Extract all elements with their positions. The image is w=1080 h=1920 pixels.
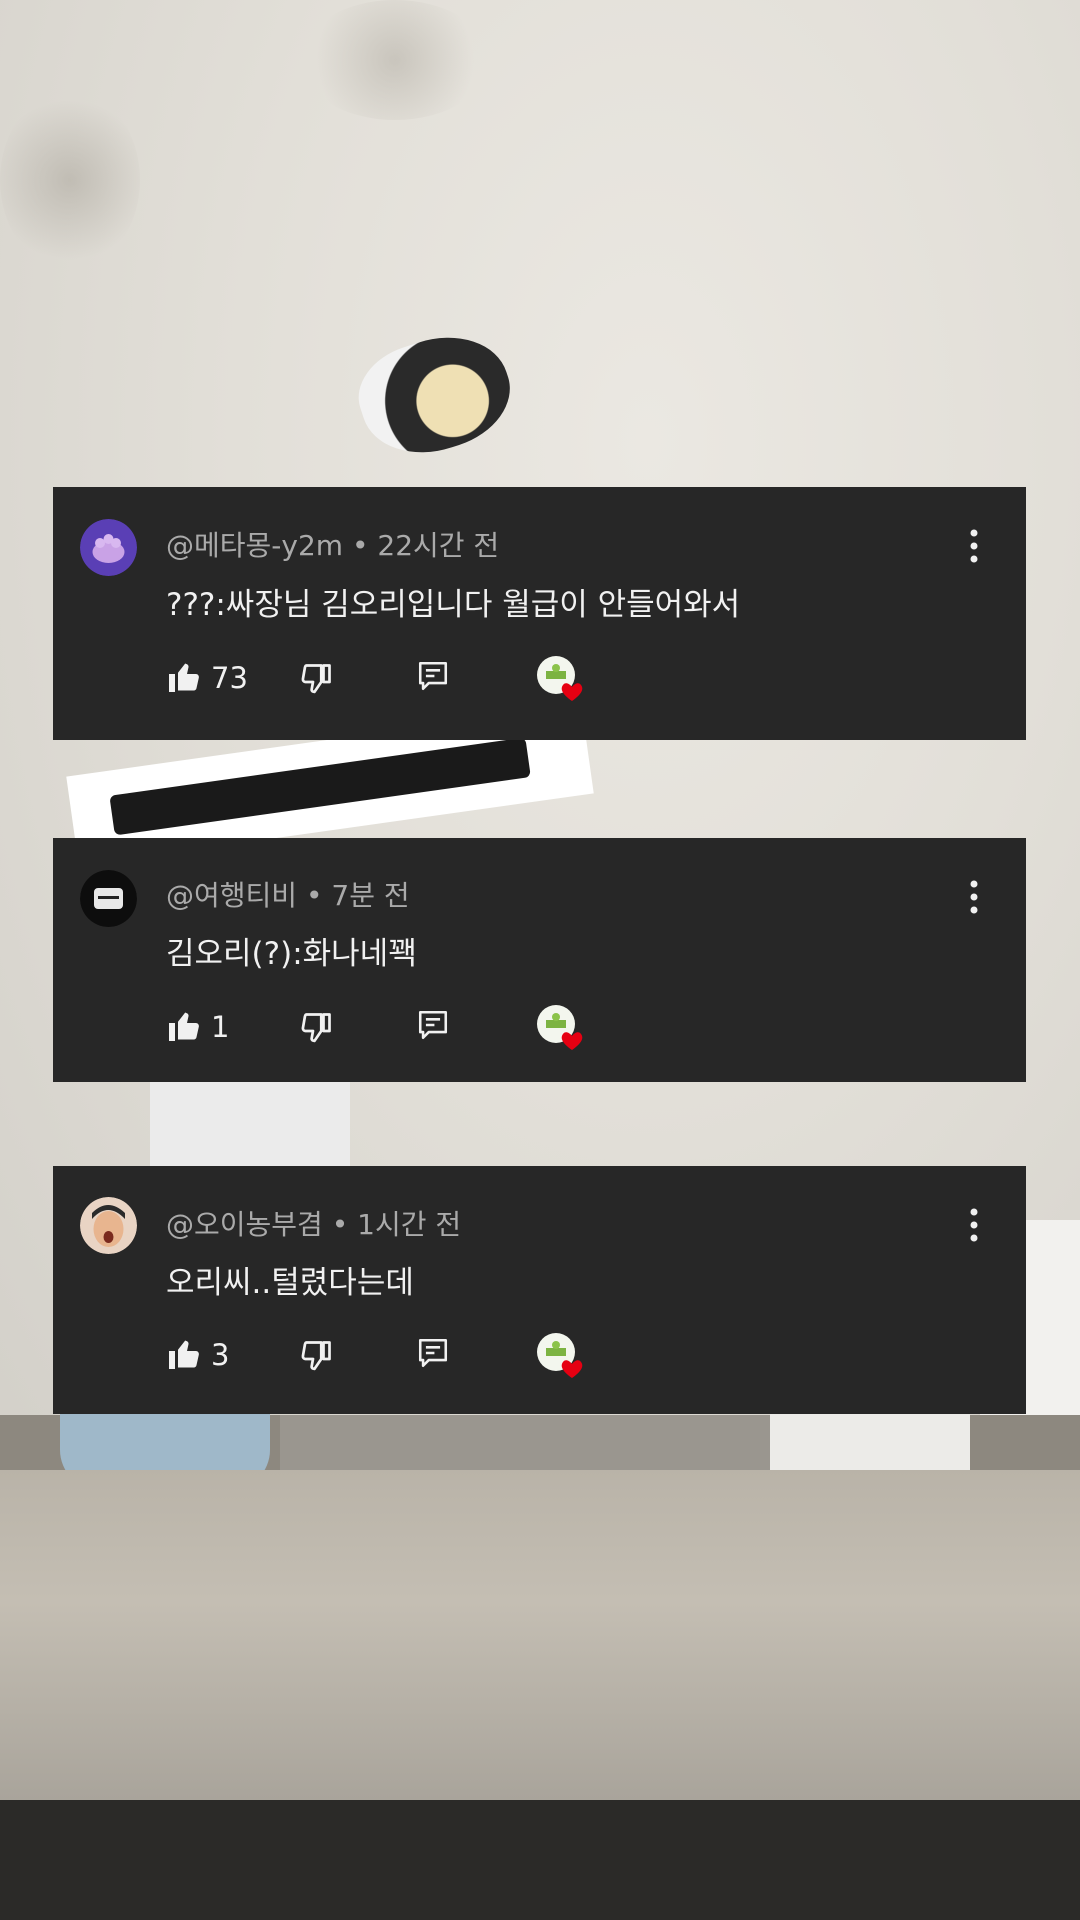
meta-separator: • <box>343 529 378 562</box>
author-handle[interactable]: @메타몽-y2m <box>166 529 343 562</box>
comment-actions: 3 <box>166 1333 626 1380</box>
author-handle[interactable]: @여행티비 <box>166 879 297 912</box>
meta-separator: • <box>297 879 332 912</box>
more-options-icon[interactable] <box>970 529 978 563</box>
avatar[interactable] <box>80 1197 137 1254</box>
reply-icon[interactable] <box>416 1336 450 1370</box>
comment-time: 1시간 전 <box>357 1208 462 1241</box>
meta-separator: • <box>322 1208 358 1241</box>
thumbs-down-icon[interactable] <box>298 661 334 697</box>
like-count: 3 <box>211 1338 230 1372</box>
avatar[interactable] <box>80 519 137 576</box>
comment-card: @여행티비 • 7분 전 김오리(?):화나네꽥 1 <box>53 838 1026 1082</box>
comment-card: @메타몽-y2m • 22시간 전 ???:싸장님 김오리입니다 월급이 안들어… <box>53 487 1026 740</box>
thumbs-down-icon[interactable] <box>298 1010 334 1046</box>
creator-heart-icon <box>536 1004 584 1052</box>
comment-meta: @오이농부겸 • 1시간 전 <box>166 1203 461 1243</box>
comment-time: 7분 전 <box>331 879 410 912</box>
comment-meta: @여행티비 • 7분 전 <box>166 874 410 914</box>
more-options-icon[interactable] <box>970 880 978 914</box>
counter-edge <box>0 1800 1080 1920</box>
comment-time: 22시간 전 <box>377 529 500 562</box>
like-count: 1 <box>211 1010 230 1044</box>
reply-icon[interactable] <box>416 659 450 693</box>
comment-text: ???:싸장님 김오리입니다 월급이 안들어와서 <box>166 587 741 623</box>
reply-icon[interactable] <box>416 1008 450 1042</box>
comment-actions: 1 <box>166 1005 626 1052</box>
comment-meta: @메타몽-y2m • 22시간 전 <box>166 524 499 564</box>
thumbs-up-icon[interactable] <box>166 659 202 695</box>
cup-stack <box>150 1080 350 1170</box>
creator-heart-icon <box>536 1332 584 1380</box>
comment-actions: 73 <box>166 656 626 703</box>
marble-counter <box>0 1470 1080 1800</box>
wall-stain <box>300 0 490 120</box>
comment-text: 오리씨..털렸다는데 <box>166 1265 414 1301</box>
avatar[interactable] <box>80 870 137 927</box>
comment-card: @오이농부겸 • 1시간 전 오리씨..털렸다는데 3 <box>53 1166 1026 1414</box>
wall-stain <box>0 90 140 270</box>
creator-heart-icon <box>536 655 584 703</box>
like-count: 73 <box>211 661 248 695</box>
thumbs-down-icon[interactable] <box>298 1338 334 1374</box>
author-handle[interactable]: @오이농부겸 <box>166 1208 323 1241</box>
more-options-icon[interactable] <box>970 1208 978 1242</box>
thumbs-up-icon[interactable] <box>166 1008 202 1044</box>
thumbs-up-icon[interactable] <box>166 1336 202 1372</box>
comment-text: 김오리(?):화나네꽥 <box>166 936 417 972</box>
